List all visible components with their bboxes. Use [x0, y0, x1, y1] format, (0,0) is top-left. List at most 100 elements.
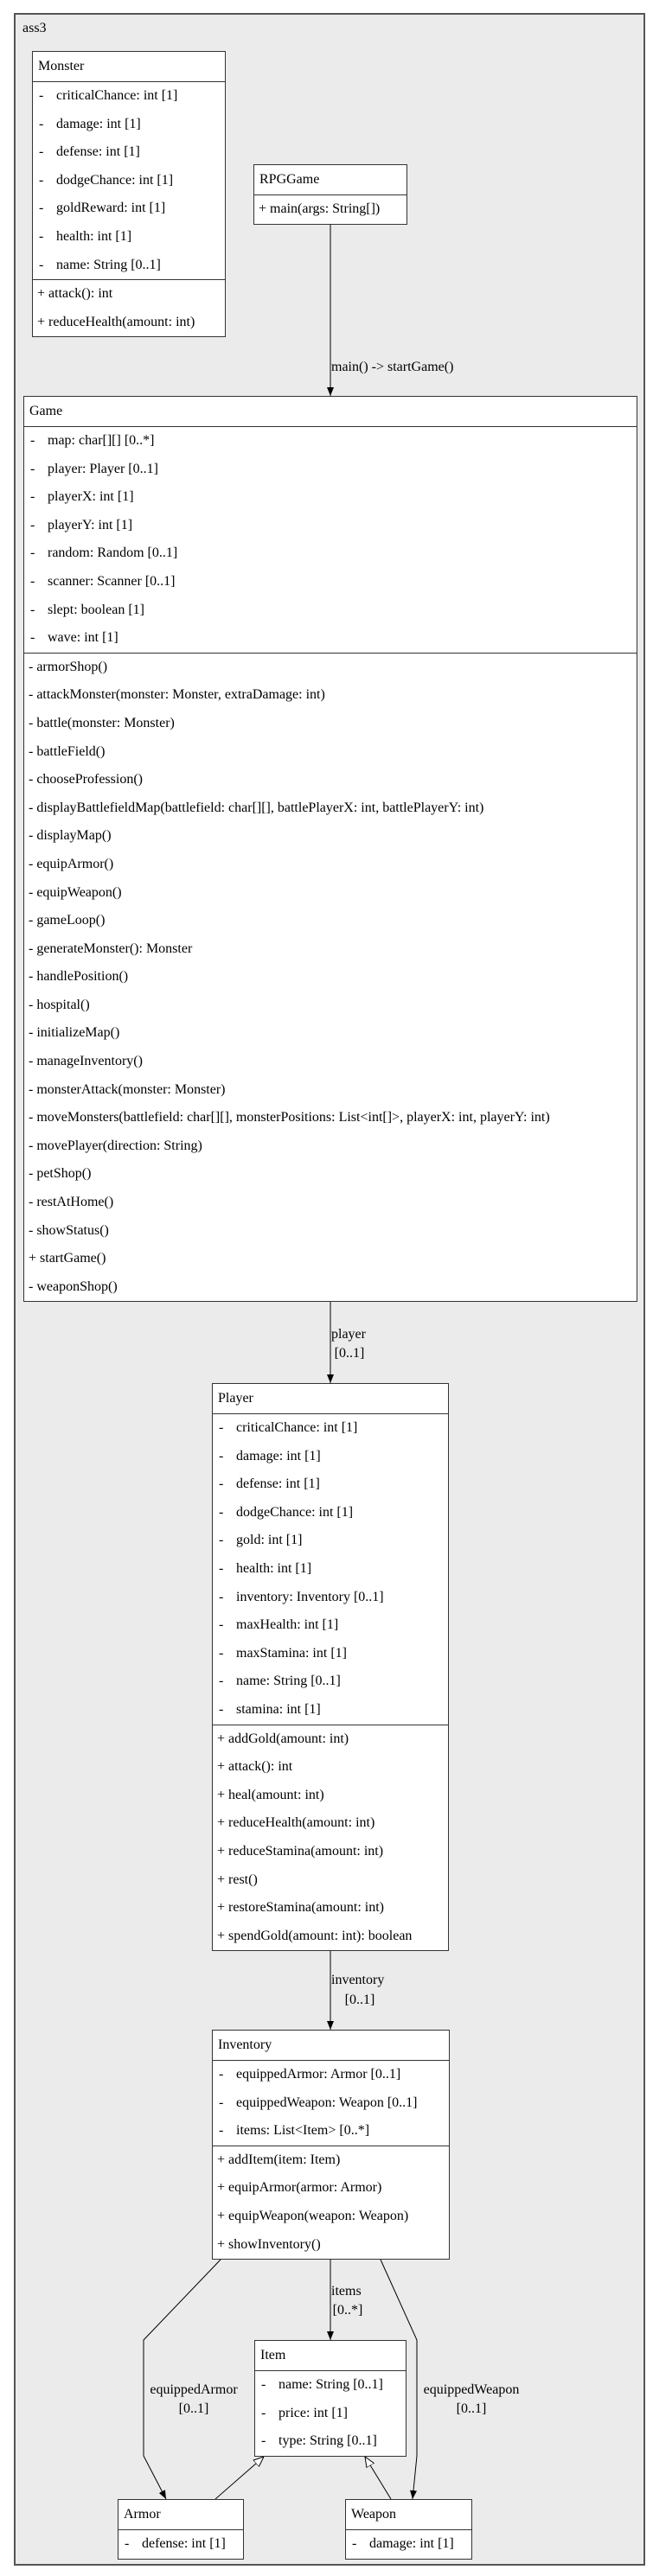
class-armor[interactable]: Armor - defense: int [1] — [118, 2499, 244, 2560]
edge-label-player-inventory-mult: [0..1] — [345, 1993, 375, 2007]
class-name: Armor — [118, 2500, 243, 2530]
method-text: + reduceHealth(amount: int) — [37, 314, 195, 329]
attribute-row: - maxHealth: int [1] — [213, 1611, 448, 1640]
attribute-row: - equippedWeapon: Weapon [0..1] — [213, 2089, 449, 2118]
visibility-marker: - — [39, 172, 44, 188]
visibility-marker: - — [30, 433, 35, 448]
attribute-text: damage: int [1] — [56, 116, 141, 131]
attribute-row: - gold: int [1] — [213, 1527, 448, 1555]
attribute-row: - scanner: Scanner [0..1] — [24, 568, 637, 596]
method-row: - equipWeapon() — [24, 879, 637, 908]
method-row: + attack(): int — [213, 1753, 448, 1782]
method-text: - gameLoop() — [29, 913, 106, 928]
method-row: + attack(): int — [33, 280, 225, 309]
class-game[interactable]: Game - map: char[][] [0..*] - player: Player… — [23, 396, 637, 1303]
attribute-text: defense: int [1] — [236, 1476, 320, 1492]
visibility-marker: - — [219, 1701, 224, 1717]
edge-label-inventory-item-role: items — [331, 2284, 362, 2299]
attributes-section: - criticalChance: int [1] - damage: int [1]… — [33, 82, 225, 281]
attribute-row: - defense: int [1] — [118, 2530, 243, 2559]
methods-section: - armorShop() - attackMonster(monster: Mo… — [24, 654, 637, 1302]
method-row: + equipWeapon(weapon: Weapon) — [213, 2203, 449, 2231]
attributes-section: - map: char[][] [0..*] - player: Player [0.… — [24, 427, 637, 654]
method-row: + heal(amount: int) — [213, 1782, 448, 1810]
attribute-text: damage: int [1] — [369, 2536, 454, 2551]
attribute-row: - type: String [0..1] — [255, 2427, 406, 2456]
attribute-text: defense: int [1] — [142, 2536, 226, 2551]
method-text: - handlePosition() — [29, 969, 129, 985]
method-text: + main(args: String[]) — [259, 201, 381, 216]
visibility-marker: - — [30, 545, 35, 561]
attribute-text: playerX: int [1] — [48, 489, 134, 505]
attribute-text: items: List<Item> [0..*] — [236, 2123, 370, 2139]
attribute-row: - dodgeChance: int [1] — [213, 1499, 448, 1527]
method-text: - showStatus() — [29, 1222, 109, 1238]
method-row: + addGold(amount: int) — [213, 1725, 448, 1754]
class-monster[interactable]: Monster - criticalChance: int [1] - damage: … — [32, 51, 226, 338]
visibility-marker: - — [219, 1504, 224, 1520]
generalization-armor-item — [214, 2457, 264, 2500]
visibility-marker: - — [39, 201, 44, 216]
method-row: + spendGold(amount: int): boolean — [213, 1922, 448, 1951]
method-row: - manageInventory() — [24, 1048, 637, 1076]
method-text: - restAtHome() — [29, 1195, 114, 1210]
class-name: RPGGame — [254, 165, 407, 195]
generalization-weapon-item — [365, 2457, 392, 2500]
method-row: - displayMap() — [24, 822, 637, 851]
visibility-marker: - — [219, 1533, 224, 1548]
attribute-row: - map: char[][] [0..*] — [24, 427, 637, 456]
method-row: - equipArmor() — [24, 851, 637, 879]
method-row: - battle(monster: Monster) — [24, 710, 637, 738]
class-name: Weapon — [346, 2500, 471, 2530]
attributes-section: - damage: int [1] — [346, 2530, 471, 2559]
visibility-marker: - — [219, 1476, 224, 1492]
attribute-text: wave: int [1] — [48, 630, 118, 646]
visibility-marker: - — [39, 144, 44, 160]
method-text: - attackMonster(monster: Monster, extraD… — [29, 687, 325, 703]
attribute-text: inventory: Inventory [0..1] — [236, 1589, 384, 1604]
attribute-row: - player: Player [0..1] — [24, 456, 637, 484]
method-row: + equipArmor(armor: Armor) — [213, 2174, 449, 2203]
method-row: - hospital() — [24, 992, 637, 1020]
attribute-text: dodgeChance: int [1] — [56, 172, 174, 188]
visibility-marker: - — [30, 573, 35, 589]
class-rpggame[interactable]: RPGGame + main(args: String[]) — [253, 164, 407, 225]
class-player[interactable]: Player - criticalChance: int [1] - damage: i… — [212, 1383, 449, 1952]
attribute-row: - dodgeChance: int [1] — [33, 167, 225, 195]
edge-label-player-inventory-role: inventory — [331, 1973, 384, 1987]
edge-label-rpggame-game: main() -> startGame() — [331, 360, 453, 374]
class-item[interactable]: Item - name: String [0..1] - price: int [1] -… — [254, 2340, 407, 2457]
visibility-marker: - — [39, 228, 44, 244]
attribute-row: - goldReward: int [1] — [33, 194, 225, 223]
attribute-text: equippedArmor: Armor [0..1] — [236, 2067, 401, 2082]
method-text: - battle(monster: Monster) — [29, 715, 175, 730]
method-row: - displayBattlefieldMap(battlefield: cha… — [24, 794, 637, 823]
attribute-row: - inventory: Inventory [0..1] — [213, 1584, 448, 1612]
attribute-row: - equippedArmor: Armor [0..1] — [213, 2061, 449, 2089]
attribute-text: random: Random [0..1] — [48, 545, 178, 561]
edge-inventory-armor — [143, 2259, 221, 2500]
edge-label-inventory-weapon-role: equippedWeapon — [424, 2382, 520, 2397]
attribute-text: name: String [0..1] — [236, 1674, 341, 1689]
attribute-row: - defense: int [1] — [213, 1470, 448, 1499]
class-inventory[interactable]: Inventory - equippedArmor: Armor [0..1] - eq… — [212, 2030, 450, 2260]
attribute-text: playerY: int [1] — [48, 517, 133, 532]
method-text: - hospital() — [29, 997, 90, 1012]
attributes-section: - equippedArmor: Armor [0..1] - equippedWea… — [213, 2061, 449, 2146]
methods-section: + attack(): int + reduceHealth(amount: in… — [33, 280, 225, 336]
class-name: Game — [24, 397, 637, 427]
attribute-text: scanner: Scanner [0..1] — [48, 573, 176, 589]
method-row: + main(args: String[]) — [254, 195, 407, 224]
method-text: + equipArmor(armor: Armor) — [217, 2180, 382, 2196]
method-text: - manageInventory() — [29, 1054, 143, 1069]
method-row: + reduceHealth(amount: int) — [213, 1809, 448, 1838]
attributes-section: - criticalChance: int [1] - damage: int [1]… — [213, 1414, 448, 1725]
visibility-marker: - — [125, 2536, 130, 2551]
method-row: + restoreStamina(amount: int) — [213, 1894, 448, 1922]
visibility-marker: - — [39, 257, 44, 272]
class-weapon[interactable]: Weapon - damage: int [1] — [345, 2499, 472, 2560]
method-text: + reduceStamina(amount: int) — [217, 1843, 384, 1859]
visibility-marker: - — [30, 517, 35, 532]
method-text: - equipWeapon() — [29, 884, 122, 900]
attribute-row: - damage: int [1] — [346, 2530, 471, 2559]
